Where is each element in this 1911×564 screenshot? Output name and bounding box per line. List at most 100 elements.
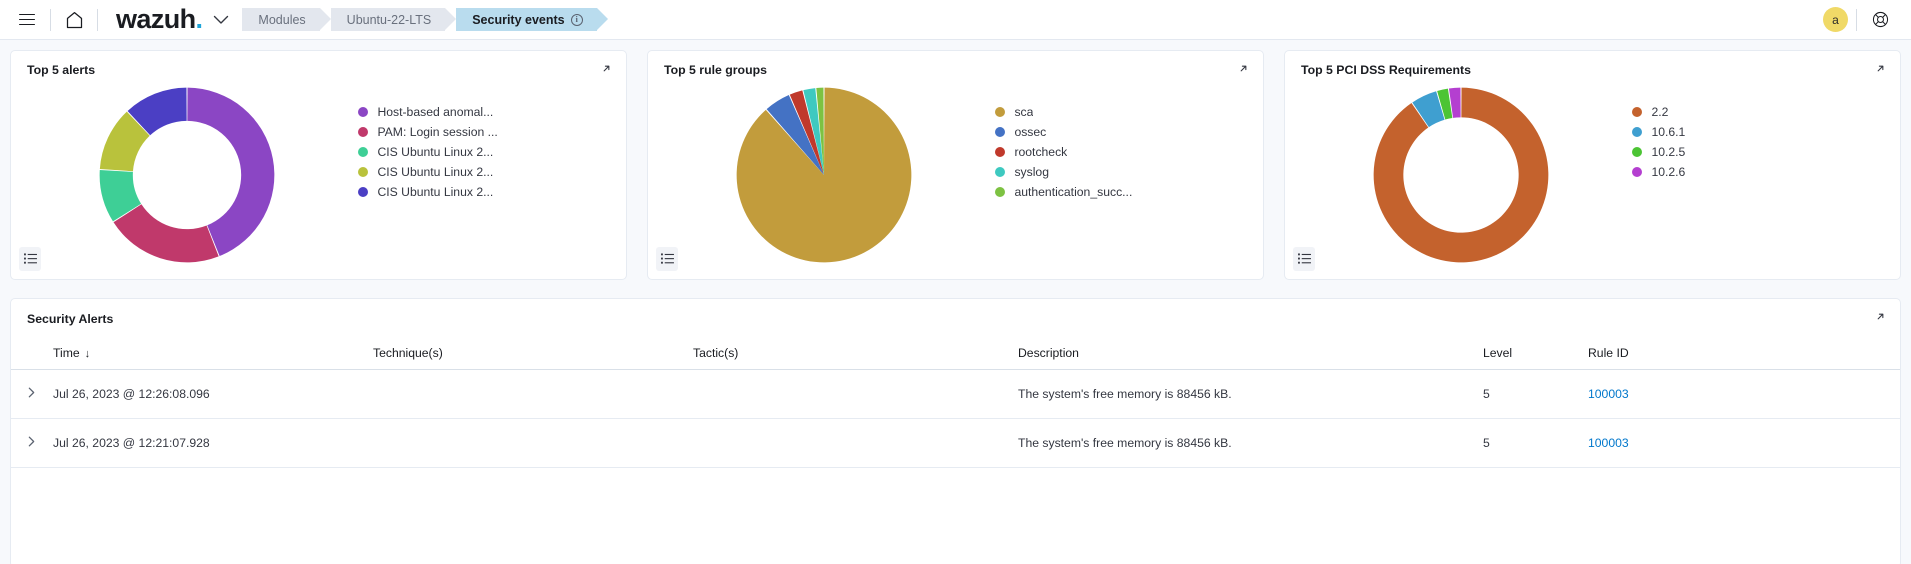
legend-color-swatch xyxy=(1632,147,1643,157)
breadcrumb: Modules Ubuntu-22-LTS Security events i xyxy=(242,8,609,31)
pie-slice[interactable] xyxy=(1373,87,1549,263)
column-header-level[interactable]: Level xyxy=(1483,338,1588,370)
breadcrumb-item-security-events[interactable]: Security events i xyxy=(456,8,609,31)
wazuh-logo[interactable]: wazuh. xyxy=(116,4,203,34)
expand-panel-icon[interactable] xyxy=(1873,61,1888,76)
inspect-list-button[interactable] xyxy=(1293,247,1315,271)
header-divider-2 xyxy=(97,8,98,31)
pie-svg xyxy=(1373,87,1549,263)
legend-color-swatch xyxy=(995,187,1006,197)
legend-label: CIS Ubuntu Linux 2... xyxy=(377,165,494,179)
legend-color-swatch xyxy=(358,107,369,117)
legend-color-swatch xyxy=(1632,167,1643,177)
help-button[interactable] xyxy=(1865,5,1895,35)
column-header-techniques[interactable]: Technique(s) xyxy=(373,338,693,370)
legend-color-swatch xyxy=(995,167,1006,177)
legend-label: 10.2.6 xyxy=(1651,165,1686,179)
legend-item[interactable]: 10.2.5 xyxy=(1632,145,1892,159)
table-body: Jul 26, 2023 @ 12:26:08.096 The system's … xyxy=(11,369,1900,468)
legend-item[interactable]: ossec xyxy=(995,125,1255,139)
expand-panel-icon[interactable] xyxy=(1873,309,1888,324)
donut-chart-pci-dss[interactable] xyxy=(1293,77,1628,273)
inspect-list-button[interactable] xyxy=(656,247,678,271)
table-head: Time ↓ Technique(s) Tactic(s) Description… xyxy=(11,338,1900,370)
column-label: Rule ID xyxy=(1588,346,1629,360)
help-lifebuoy-icon xyxy=(1872,11,1888,28)
chevron-right-icon xyxy=(28,436,35,447)
table-header-row: Time ↓ Technique(s) Tactic(s) Description… xyxy=(11,338,1900,370)
column-label: Level xyxy=(1483,346,1513,360)
column-header-time[interactable]: Time ↓ xyxy=(53,338,373,370)
legend-label: authentication_succ... xyxy=(1014,185,1133,199)
chart-area: sca ossec rootcheck syslog authentication_su… xyxy=(648,77,1263,273)
cell-level: 5 xyxy=(1483,369,1588,419)
inspect-list-icon xyxy=(660,253,674,264)
legend-color-swatch xyxy=(358,147,369,157)
legend-item[interactable]: authentication_succ... xyxy=(995,185,1255,199)
expand-panel-icon[interactable] xyxy=(1236,61,1251,76)
column-label: Tactic(s) xyxy=(693,346,739,360)
visualization-panel-row: Top 5 alerts Host-based anomal... PAM: Lo… xyxy=(0,40,1911,280)
legend-label: sca xyxy=(1014,105,1034,119)
legend-label: CIS Ubuntu Linux 2... xyxy=(377,185,494,199)
table-row[interactable]: Jul 26, 2023 @ 12:21:07.928 The system's … xyxy=(11,418,1900,468)
legend-label: 2.2 xyxy=(1651,105,1669,119)
legend-item[interactable]: 10.2.6 xyxy=(1632,165,1892,179)
avatar[interactable]: a xyxy=(1823,7,1848,32)
column-header-tactics[interactable]: Tactic(s) xyxy=(693,338,1018,370)
cell-tactic xyxy=(693,369,1018,419)
rule-id-link[interactable]: 100003 xyxy=(1588,387,1629,401)
pie-slice[interactable] xyxy=(113,204,219,263)
legend-item[interactable]: CIS Ubuntu Linux 2... xyxy=(358,165,618,179)
security-alerts-table: Time ↓ Technique(s) Tactic(s) Description… xyxy=(11,338,1900,468)
home-button[interactable] xyxy=(59,5,89,35)
pie-svg xyxy=(736,87,912,263)
pie-chart-rule-groups[interactable] xyxy=(656,77,991,273)
cell-description: The system's free memory is 88456 kB. xyxy=(1018,418,1483,468)
logo-dropdown-button[interactable] xyxy=(206,5,236,35)
breadcrumb-label: Security events xyxy=(472,12,565,27)
legend-item[interactable]: CIS Ubuntu Linux 2... xyxy=(358,145,618,159)
legend-item[interactable]: 2.2 xyxy=(1632,105,1892,119)
donut-chart-alerts[interactable] xyxy=(19,77,354,273)
cell-time: Jul 26, 2023 @ 12:26:08.096 xyxy=(53,369,373,419)
info-circle-icon[interactable]: i xyxy=(570,13,583,26)
breadcrumb-item-agent[interactable]: Ubuntu-22-LTS xyxy=(330,8,456,31)
legend-label: 10.2.5 xyxy=(1651,145,1686,159)
legend-color-swatch xyxy=(1632,107,1643,117)
legend-item[interactable]: 10.6.1 xyxy=(1632,125,1892,139)
table-title: Security Alerts xyxy=(27,312,114,326)
legend-color-swatch xyxy=(358,187,369,197)
rule-id-link[interactable]: 100003 xyxy=(1588,436,1629,450)
legend-label: CIS Ubuntu Linux 2... xyxy=(377,145,494,159)
legend-color-swatch xyxy=(1632,127,1643,137)
row-expand-button[interactable] xyxy=(11,418,53,468)
cell-technique xyxy=(373,418,693,468)
legend-item[interactable]: Host-based anomal... xyxy=(358,105,618,119)
table-row[interactable]: Jul 26, 2023 @ 12:26:08.096 The system's … xyxy=(11,369,1900,419)
chart-legend: Host-based anomal... PAM: Login session .… xyxy=(354,105,618,199)
expand-panel-icon[interactable] xyxy=(599,61,614,76)
legend-label: syslog xyxy=(1014,165,1049,179)
hamburger-menu-button[interactable] xyxy=(12,5,42,35)
chart-legend: 2.2 10.6.1 10.2.5 10.2.6 xyxy=(1628,105,1892,179)
header-divider-1 xyxy=(50,8,51,31)
chevron-down-icon xyxy=(214,15,229,24)
column-label: Description xyxy=(1018,346,1079,360)
legend-item[interactable]: rootcheck xyxy=(995,145,1255,159)
logo-dot: . xyxy=(195,4,203,34)
legend-item[interactable]: CIS Ubuntu Linux 2... xyxy=(358,185,618,199)
breadcrumb-label: Ubuntu-22-LTS xyxy=(346,12,432,27)
column-header-rule-id[interactable]: Rule ID xyxy=(1588,338,1900,370)
sort-descending-icon: ↓ xyxy=(84,348,91,360)
breadcrumb-item-modules[interactable]: Modules xyxy=(242,8,331,31)
pie-slice[interactable] xyxy=(736,87,912,263)
row-expand-button[interactable] xyxy=(11,369,53,419)
breadcrumb-label: Modules xyxy=(258,12,306,27)
legend-item[interactable]: syslog xyxy=(995,165,1255,179)
legend-label: 10.6.1 xyxy=(1651,125,1686,139)
legend-item[interactable]: PAM: Login session ... xyxy=(358,125,618,139)
column-header-description[interactable]: Description xyxy=(1018,338,1483,370)
inspect-list-button[interactable] xyxy=(19,247,41,271)
legend-item[interactable]: sca xyxy=(995,105,1255,119)
